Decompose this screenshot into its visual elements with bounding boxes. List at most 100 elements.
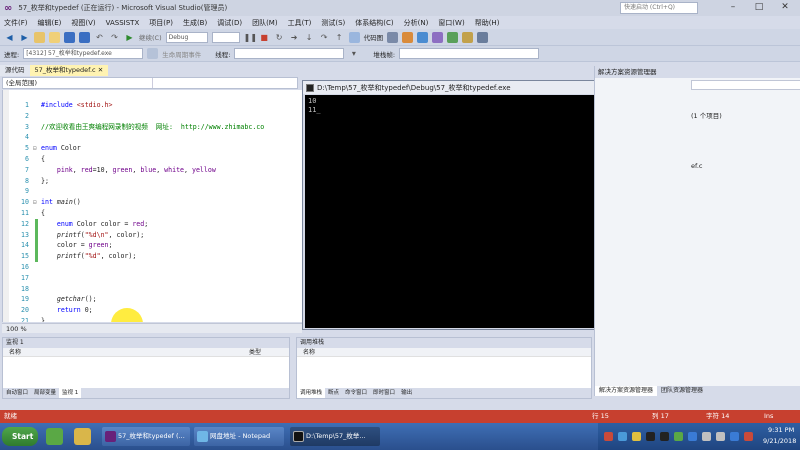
- watch-col-type[interactable]: 类型: [249, 348, 261, 356]
- step-over-icon[interactable]: ↷: [319, 32, 330, 43]
- tab-main-file[interactable]: 57_枚举和typedef.c ✕: [29, 65, 109, 76]
- code-editor[interactable]: 1 #include <stdio.h> 2 3 //欢迎收看由王爽编程网录制的视频 网…: [2, 90, 302, 322]
- menu-project[interactable]: 项目(P): [149, 18, 173, 28]
- tab-breakpoints[interactable]: 断点: [325, 388, 342, 398]
- clock-date[interactable]: 9/21/2018: [763, 437, 796, 445]
- minimize-icon[interactable]: –: [720, 0, 746, 14]
- menu-edit[interactable]: 编辑(E): [38, 18, 62, 28]
- tab-close-icon[interactable]: ✕: [98, 66, 103, 74]
- code-map-icon[interactable]: [348, 31, 360, 43]
- tab-team-explorer[interactable]: 团队资源管理器: [657, 386, 707, 396]
- code-line[interactable]: 7 pink, red=10, green, blue, white, yell…: [9, 165, 302, 176]
- platform-select[interactable]: [211, 31, 240, 43]
- quick-launch-explorer-icon[interactable]: [74, 428, 91, 445]
- tray-network-icon[interactable]: [702, 432, 711, 441]
- redo-icon[interactable]: ↷: [109, 32, 120, 43]
- tool-icon-6[interactable]: [462, 31, 474, 43]
- lifecycle-events-icon[interactable]: [147, 48, 159, 59]
- filter-icon[interactable]: ▾: [348, 48, 359, 59]
- tool-icon-5[interactable]: [447, 31, 459, 43]
- tool-icon-7[interactable]: [477, 31, 489, 43]
- new-project-icon[interactable]: [34, 31, 45, 43]
- code-line[interactable]: 4: [9, 132, 302, 143]
- quick-launch-browser-icon[interactable]: [46, 428, 63, 445]
- show-next-statement-icon[interactable]: ➜: [289, 32, 300, 43]
- code-line[interactable]: 2: [9, 111, 302, 122]
- code-line[interactable]: 10 ⊟ int main(): [9, 197, 302, 208]
- tray-icon-10[interactable]: [730, 432, 739, 441]
- thread-select[interactable]: [234, 48, 345, 59]
- save-icon[interactable]: [64, 31, 75, 43]
- close-icon[interactable]: ✕: [772, 0, 798, 14]
- menu-window[interactable]: 窗口(W): [438, 18, 464, 28]
- code-line[interactable]: 18: [9, 284, 302, 295]
- tool-icon-1[interactable]: [387, 31, 399, 43]
- tray-qq-icon[interactable]: [646, 432, 655, 441]
- code-line[interactable]: 21}: [9, 316, 302, 322]
- tab-immediate-window[interactable]: 即时窗口: [370, 388, 398, 398]
- tool-icon-2[interactable]: [402, 31, 414, 43]
- call-stack-col-name[interactable]: 名称: [303, 348, 315, 356]
- code-line[interactable]: 11 {: [9, 208, 302, 219]
- process-select[interactable]: [4312] 57_枚举和typedef.exe: [23, 48, 144, 59]
- tab-watch-1[interactable]: 监视 1: [59, 388, 82, 398]
- watch-col-name[interactable]: 名称: [9, 348, 249, 356]
- pause-icon[interactable]: ❚❚: [244, 32, 257, 43]
- code-line[interactable]: 5 ⊟ enum Color: [9, 143, 302, 154]
- code-line[interactable]: 15 printf("%d", color);: [9, 251, 302, 262]
- menu-tools[interactable]: 工具(T): [288, 18, 312, 28]
- taskbar-visual-studio[interactable]: 57_枚举和typedef (...: [102, 427, 190, 446]
- tray-icon-7[interactable]: [688, 432, 697, 441]
- stop-icon[interactable]: ■: [259, 32, 270, 43]
- tool-icon-4[interactable]: [432, 31, 444, 43]
- tab-output[interactable]: 输出: [398, 388, 415, 398]
- tool-icon-3[interactable]: [417, 31, 429, 43]
- stack-frame-select[interactable]: [399, 48, 540, 59]
- tray-volume-icon[interactable]: [716, 432, 725, 441]
- continue-icon[interactable]: ▶: [124, 32, 135, 43]
- code-line[interactable]: 12 enum Color color = red;: [9, 218, 302, 230]
- code-map-label[interactable]: 代码图: [364, 32, 384, 42]
- maximize-icon[interactable]: □: [746, 0, 772, 14]
- taskbar-notepad[interactable]: 网盘地址 - Notepad: [194, 427, 284, 446]
- menu-help[interactable]: 帮助(H): [475, 18, 500, 28]
- config-select[interactable]: Debug: [165, 31, 208, 43]
- open-file-icon[interactable]: [49, 31, 60, 43]
- quick-launch-input[interactable]: 快速启动 (Ctrl+Q): [620, 2, 698, 14]
- save-all-icon[interactable]: [79, 31, 90, 43]
- menu-build[interactable]: 生成(B): [183, 18, 207, 28]
- menu-debug[interactable]: 调试(D): [217, 18, 242, 28]
- menu-vassistx[interactable]: VASSISTX: [106, 19, 140, 27]
- tab-locals[interactable]: 局部变量: [31, 388, 59, 398]
- zoom-level[interactable]: 100 %: [6, 325, 27, 333]
- solution-project-count[interactable]: (1 个项目): [691, 110, 722, 120]
- menu-architecture[interactable]: 体系结构(C): [355, 18, 393, 28]
- menu-file[interactable]: 文件(F): [4, 18, 28, 28]
- code-line[interactable]: 20 return 0;: [9, 305, 302, 316]
- tray-icon-2[interactable]: [618, 432, 627, 441]
- start-button[interactable]: Start: [2, 427, 38, 446]
- code-line[interactable]: 6{: [9, 154, 302, 165]
- taskbar-console[interactable]: D:\Temp\57_枚举...: [290, 427, 380, 446]
- clock-time[interactable]: 9:31 PM: [768, 426, 794, 434]
- tab-call-stack[interactable]: 调用堆栈: [297, 388, 326, 398]
- menu-test[interactable]: 测试(S): [321, 18, 345, 28]
- code-line[interactable]: 16: [9, 262, 302, 273]
- code-line[interactable]: 3 //欢迎收看由王爽编程网录制的视频 网址: http://www.zhimab…: [9, 122, 302, 133]
- tray-icon-1[interactable]: [604, 432, 613, 441]
- code-line[interactable]: 9: [9, 186, 302, 197]
- code-line[interactable]: 1 #include <stdio.h>: [9, 100, 302, 111]
- code-line[interactable]: 13 printf("%d\n", color);: [9, 229, 302, 241]
- code-line[interactable]: 19 getchar();: [9, 294, 302, 305]
- tray-qq-icon-2[interactable]: [660, 432, 669, 441]
- code-line[interactable]: 14 color = green;: [9, 240, 302, 252]
- tray-icon-11[interactable]: [744, 432, 753, 441]
- tab-command-window[interactable]: 命令窗口: [342, 388, 370, 398]
- tab-source-code[interactable]: 源代码: [0, 65, 30, 76]
- solution-file-item[interactable]: ef.c: [691, 162, 702, 170]
- restart-icon[interactable]: ↻: [274, 32, 285, 43]
- tab-autos[interactable]: 自动窗口: [3, 388, 31, 398]
- menu-analyze[interactable]: 分析(N): [404, 18, 429, 28]
- solution-search-input[interactable]: [691, 80, 800, 90]
- scope-select[interactable]: (全局范围): [3, 78, 153, 88]
